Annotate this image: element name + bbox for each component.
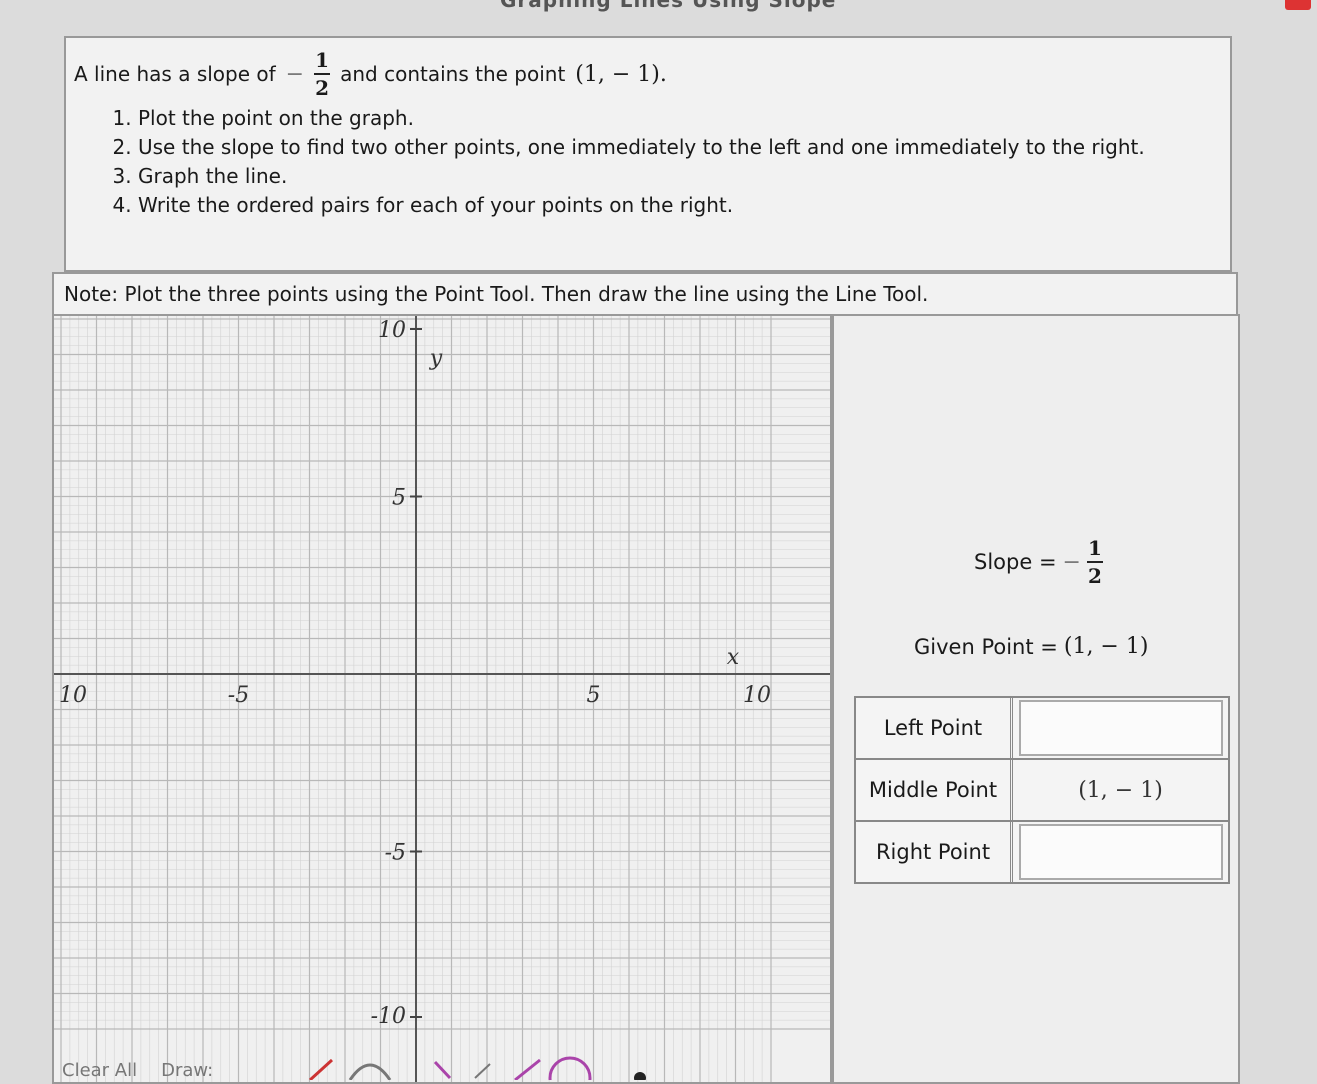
coordinate-grid[interactable]: 10 -5 5 10 10 5 -5 -10 x y xyxy=(54,316,830,1082)
point-tool-icon[interactable] xyxy=(634,1072,646,1080)
draw-tools xyxy=(308,1056,646,1080)
slope-display: Slope = − 1 2 xyxy=(974,538,1103,586)
slope-denominator: 2 xyxy=(1088,564,1102,588)
statement-middle: and contains the point xyxy=(340,62,566,86)
middle-point-cell: (1, − 1) xyxy=(1013,760,1228,820)
x-tick-label: 10 xyxy=(59,683,87,708)
middle-point-label: Middle Point xyxy=(856,760,1013,820)
page-title: Graphing Lines Using Slope xyxy=(500,0,837,12)
step-item: Plot the point on the graph. xyxy=(138,104,1218,133)
table-row: Left Point xyxy=(856,698,1228,760)
table-row: Middle Point (1, − 1) xyxy=(856,760,1228,822)
slope-label: Slope = xyxy=(974,550,1057,574)
fraction-bar xyxy=(1086,561,1103,563)
x-tick-label: -5 xyxy=(228,683,249,708)
x-axis-label: x xyxy=(727,645,740,670)
note-text: Note: Plot the three points using the Po… xyxy=(64,282,929,306)
slope-denominator: 2 xyxy=(315,76,330,100)
y-tick-label: -5 xyxy=(385,841,406,866)
given-point-text: (1, − 1). xyxy=(575,61,667,87)
fraction-bar xyxy=(314,73,331,75)
vector-tool-icon[interactable] xyxy=(514,1058,541,1080)
corner-indicator xyxy=(1285,0,1311,10)
step-item: Write the ordered pairs for each of your… xyxy=(138,191,1218,220)
instruction-steps: Plot the point on the graph. Use the slo… xyxy=(106,104,1218,220)
right-point-cell xyxy=(1013,822,1228,882)
given-point-label: Given Point = xyxy=(914,634,1058,659)
problem-statement: A line has a slope of − 1 2 and contains… xyxy=(74,50,667,98)
given-point-display: Given Point = (1, − 1) xyxy=(914,634,1148,659)
middle-point-value: (1, − 1) xyxy=(1078,777,1163,803)
slope-fraction: 1 2 xyxy=(1086,536,1103,588)
x-tick-label: 5 xyxy=(587,683,601,708)
table-row: Right Point xyxy=(856,822,1228,882)
parabola-tool-icon[interactable] xyxy=(348,1063,392,1080)
y-tick-label: 10 xyxy=(378,318,406,343)
problem-box: A line has a slope of − 1 2 and contains… xyxy=(64,36,1232,272)
ray-tool-icon[interactable] xyxy=(433,1060,452,1080)
step-item: Graph the line. xyxy=(138,162,1218,191)
points-table: Left Point Middle Point (1, − 1) Right P… xyxy=(854,696,1230,884)
step-item: Use the slope to find two other points, … xyxy=(138,133,1218,162)
slope-sign: − xyxy=(285,61,305,87)
circle-tool-icon[interactable] xyxy=(548,1056,592,1080)
line-tool-icon[interactable] xyxy=(308,1058,334,1080)
y-axis-label: y xyxy=(429,346,443,371)
slope-fraction: 1 2 xyxy=(314,48,331,100)
graph-panel[interactable]: 10 -5 5 10 10 5 -5 -10 x y xyxy=(52,314,832,1084)
graph-toolbar: Clear All Draw: xyxy=(62,1060,213,1081)
clear-all-button[interactable]: Clear All xyxy=(62,1060,137,1081)
left-point-cell xyxy=(1013,698,1228,758)
left-point-input[interactable] xyxy=(1018,700,1223,756)
statement-prefix: A line has a slope of xyxy=(74,62,276,86)
x-tick-label: 10 xyxy=(743,683,771,708)
answer-panel: Slope = − 1 2 Given Point = (1, − 1) Lef… xyxy=(832,314,1240,1084)
slope-sign: − xyxy=(1062,549,1081,575)
slope-numerator: 1 xyxy=(1088,536,1102,560)
draw-label: Draw: xyxy=(161,1060,214,1081)
y-tick-label: -10 xyxy=(371,1004,406,1029)
slope-numerator: 1 xyxy=(315,48,330,72)
segment-tool-icon[interactable] xyxy=(474,1063,491,1079)
given-point-value: (1, − 1) xyxy=(1063,634,1149,659)
right-point-input[interactable] xyxy=(1018,824,1223,880)
right-point-label: Right Point xyxy=(856,822,1013,882)
y-tick-label: 5 xyxy=(392,486,406,511)
left-point-label: Left Point xyxy=(856,698,1013,758)
